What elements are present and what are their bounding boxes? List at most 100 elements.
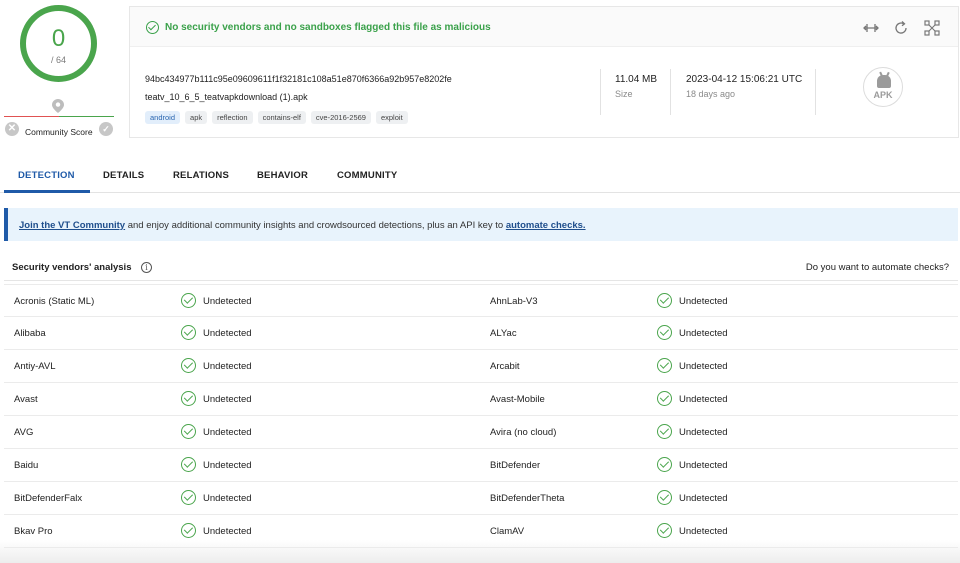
vendor-status: Undetected (679, 526, 728, 537)
scroll-fade (0, 540, 960, 563)
vendor-name: Avira (no cloud) (490, 427, 557, 438)
divider (600, 69, 601, 115)
vendors-title: Security vendors' analysis (12, 262, 132, 273)
vendors-table: Acronis (Static ML) Undetected AhnLab-V3 Un… (4, 284, 958, 548)
file-size-value: 11.04 MB (615, 74, 658, 85)
vendor-name: Bkav Pro (14, 526, 53, 537)
file-type-label: APK (873, 90, 893, 100)
vendor-name: BitDefender (490, 460, 541, 471)
vendor-status: Undetected (679, 427, 728, 438)
vendor-status: Undetected (203, 427, 252, 438)
verdict-text: No security vendors and no sandboxes fla… (165, 22, 491, 33)
vendor-name: Acronis (Static ML) (14, 296, 95, 307)
file-info-card: No security vendors and no sandboxes fla… (129, 6, 959, 138)
automate-checks-link[interactable]: automate checks. (506, 220, 586, 231)
vendor-status: Undetected (679, 296, 728, 307)
vendor-name: BitDefenderTheta (490, 493, 565, 504)
tab-community[interactable]: COMMUNITY (337, 170, 397, 181)
vendor-status: Undetected (203, 296, 252, 307)
join-community-link[interactable]: Join the VT Community (19, 220, 125, 231)
tab-relations[interactable]: RELATIONS (173, 170, 229, 181)
community-score-bar-negative (4, 116, 59, 117)
vendor-status: Undetected (679, 394, 728, 405)
tab-details[interactable]: DETAILS (103, 170, 144, 181)
tag-reflection[interactable]: reflection (212, 111, 253, 124)
table-row: Alibaba Undetected ALYac Undetected (4, 317, 958, 350)
detection-score-ring: 0 / 64 (20, 5, 97, 82)
verdict-banner: No security vendors and no sandboxes fla… (130, 7, 958, 47)
table-row: Antiy-AVL Undetected Arcabit Undetected (4, 350, 958, 383)
vendor-status: Undetected (679, 460, 728, 471)
active-tab-indicator (4, 190, 90, 193)
vendor-name: BitDefenderFalx (14, 493, 83, 504)
file-size-label: Size (615, 89, 633, 99)
tag-contains-elf[interactable]: contains-elf (257, 111, 306, 124)
file-type-badge: APK (863, 67, 903, 107)
table-row: BitDefenderFalx Undetected BitDefenderThet… (4, 482, 958, 515)
info-icon[interactable]: i (141, 262, 152, 273)
table-row: AVG Undetected Avira (no cloud) Undetected (4, 416, 958, 449)
check-circle-icon (146, 21, 159, 34)
vendor-status: Undetected (679, 328, 728, 339)
check-circle-icon (181, 358, 196, 373)
vendor-status: Undetected (203, 526, 252, 537)
check-circle-icon (181, 523, 196, 538)
table-row: Avast Undetected Avast-Mobile Undetected (4, 383, 958, 416)
vendors-header: Security vendors' analysis i Do you want… (4, 254, 958, 281)
tab-bar: DETECTION DETAILS RELATIONS BEHAVIOR COM… (0, 160, 960, 193)
vendor-name: ALYac (490, 328, 517, 339)
graph-icon[interactable] (923, 19, 941, 37)
detection-score-total: / 64 (50, 55, 66, 65)
compare-icon[interactable] (862, 19, 880, 37)
tab-behavior[interactable]: BEHAVIOR (257, 170, 308, 181)
vendor-status: Undetected (203, 328, 252, 339)
check-circle-icon (181, 325, 196, 340)
detection-score-value: 0 (51, 25, 66, 52)
check-circle-icon (657, 293, 672, 308)
tag-exploit[interactable]: exploit (375, 111, 408, 124)
community-banner-text: Join the VT Community and enjoy addition… (19, 220, 586, 231)
check-circle-icon (181, 457, 196, 472)
tag-android[interactable]: android (145, 111, 181, 124)
table-row: Baidu Undetected BitDefender Undetected (4, 449, 958, 482)
vendor-status: Undetected (203, 394, 252, 405)
vote-malicious-icon[interactable]: ✕ (5, 122, 19, 136)
vendor-status: Undetected (203, 493, 252, 504)
vendor-name: Arcabit (490, 361, 520, 372)
vendor-name: Avast-Mobile (490, 394, 545, 405)
divider (670, 69, 671, 115)
vendor-name: ClamAV (490, 526, 525, 537)
tag-apk[interactable]: apk (185, 111, 208, 124)
check-circle-icon (657, 358, 672, 373)
check-circle-icon (181, 391, 196, 406)
vendor-status: Undetected (679, 361, 728, 372)
community-score-label: Community Score (25, 127, 93, 137)
automate-checks-prompt[interactable]: Do you want to automate checks? (806, 262, 949, 273)
vendor-status: Undetected (203, 460, 252, 471)
vendor-name: Antiy-AVL (14, 361, 56, 372)
community-banner-middle: and enjoy additional community insights … (125, 220, 506, 231)
check-circle-icon (657, 490, 672, 505)
tag-cve[interactable]: cve-2016-2569 (310, 111, 371, 124)
check-circle-icon (657, 424, 672, 439)
check-circle-icon (657, 457, 672, 472)
vendor-status: Undetected (203, 361, 252, 372)
analysis-date-value: 2023-04-12 15:06:21 UTC (686, 74, 803, 85)
vendor-status: Undetected (679, 493, 728, 504)
reanalyze-icon[interactable] (892, 19, 910, 37)
check-circle-icon (181, 490, 196, 505)
community-score-bar-positive (59, 116, 114, 117)
table-row: Acronis (Static ML) Undetected AhnLab-V3 Un… (4, 284, 958, 317)
vote-harmless-icon[interactable]: ✓ (99, 122, 113, 136)
android-icon (877, 75, 891, 88)
vendor-name: Baidu (14, 460, 39, 471)
analysis-date-relative: 18 days ago (686, 89, 736, 99)
file-name: teatv_10_6_5_teatvapkdownload (1).apk (145, 92, 308, 102)
file-tags: android apk reflection contains-elf cve-… (145, 111, 408, 124)
detection-score-widget: 0 / 64 ✕ Community Score ✓ (0, 0, 118, 150)
divider (815, 69, 816, 115)
vendor-name: AVG (14, 427, 34, 438)
file-hash[interactable]: 94bc434977b111c95e09609611f1f32181c108a5… (145, 74, 452, 84)
tab-detection[interactable]: DETECTION (18, 170, 75, 181)
vendor-name: Alibaba (14, 328, 46, 339)
